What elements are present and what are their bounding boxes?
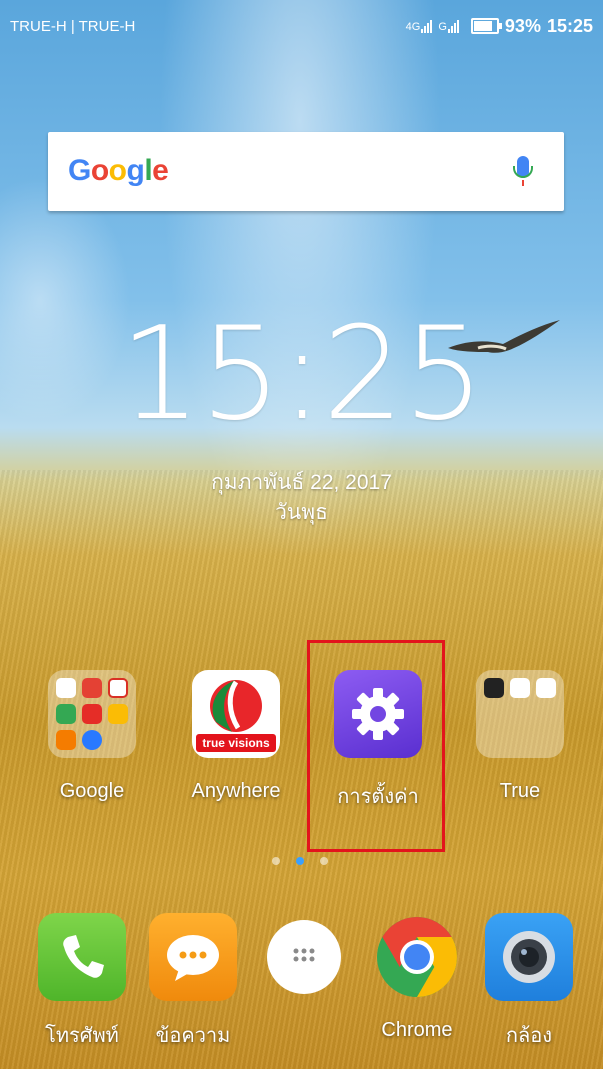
page-dot-active[interactable] <box>296 857 304 865</box>
app-anywhere[interactable]: true visions Anywhere <box>176 670 296 803</box>
app-google-folder[interactable]: Google <box>32 670 152 803</box>
dock-label: ข้อความ <box>155 1025 231 1047</box>
drive-icon <box>108 704 128 724</box>
battery-icon <box>470 18 502 34</box>
phone-icon <box>38 913 126 1001</box>
google-logo-letter: o <box>108 154 127 187</box>
play-icon <box>56 730 76 750</box>
bird-image <box>448 320 560 353</box>
maps-icon <box>56 704 76 724</box>
status-time: 15:25 <box>546 15 593 36</box>
battery-percent: 93% <box>504 15 541 36</box>
google-logo-letter: l <box>144 154 153 187</box>
chrome-mini-icon <box>82 678 102 698</box>
google-logo-letter: e <box>152 154 169 187</box>
network-type: 4G <box>405 21 421 33</box>
dock-app-drawer[interactable] <box>249 913 359 1036</box>
app-label: Google <box>59 780 125 802</box>
app-true-folder[interactable]: True <box>460 670 580 803</box>
page-indicator <box>272 857 328 865</box>
h-app-icon <box>484 678 504 698</box>
google-search-bar[interactable]: Google <box>48 132 564 211</box>
google-logo-letter: g <box>126 154 145 187</box>
app-label: True <box>499 780 541 802</box>
youtube-icon <box>82 704 102 724</box>
truevisions-logo-text: true visions <box>202 736 270 750</box>
highlight-box <box>307 640 445 852</box>
dock-phone[interactable]: โทรศัพท์ <box>27 913 137 1047</box>
google-logo-letter: o <box>90 154 109 187</box>
signal-4g-icon: 4G <box>406 19 433 33</box>
status-bar: TRUE-H | TRUE-H 4G G 93% 15:25 <box>0 0 603 50</box>
dock-label <box>249 1012 359 1036</box>
camera-icon <box>485 913 573 1001</box>
page-dot[interactable] <box>272 857 280 865</box>
google-g-icon <box>56 678 76 698</box>
dock-label: โทรศัพท์ <box>45 1025 119 1047</box>
dock-chrome[interactable]: Chrome <box>362 913 472 1043</box>
truevisions-anywhere-icon: true visions <box>192 670 280 758</box>
true-folder-icon <box>476 670 564 758</box>
page-dot[interactable] <box>320 857 328 865</box>
carrier-label: TRUE-H | TRUE-H <box>10 18 136 35</box>
google-folder-icon <box>48 670 136 758</box>
microphone-icon[interactable] <box>513 156 533 186</box>
google-logo: Google <box>68 154 169 188</box>
signal-g-icon: G <box>438 19 459 33</box>
chrome-icon <box>373 913 461 1001</box>
google-logo-letter: G <box>68 154 91 187</box>
messages-icon <box>149 913 237 1001</box>
clock-weekday: วันพุธ <box>275 501 328 524</box>
duo-icon <box>82 730 102 750</box>
dock-messages[interactable]: ข้อความ <box>138 913 248 1047</box>
status-indicators: 4G G 93% 15:25 <box>406 14 593 38</box>
app-label: Anywhere <box>191 780 281 802</box>
clock-date: กุมภาพันธ์ 22, 2017 <box>211 471 392 494</box>
dock-label: กล้อง <box>505 1025 553 1047</box>
app-drawer-icon <box>267 920 341 994</box>
trueid-icon <box>536 678 556 698</box>
dock-label: Chrome <box>381 1019 453 1041</box>
gmail-icon <box>108 678 128 698</box>
dock-camera[interactable]: กล้อง <box>474 913 584 1047</box>
true-app-icon <box>510 678 530 698</box>
